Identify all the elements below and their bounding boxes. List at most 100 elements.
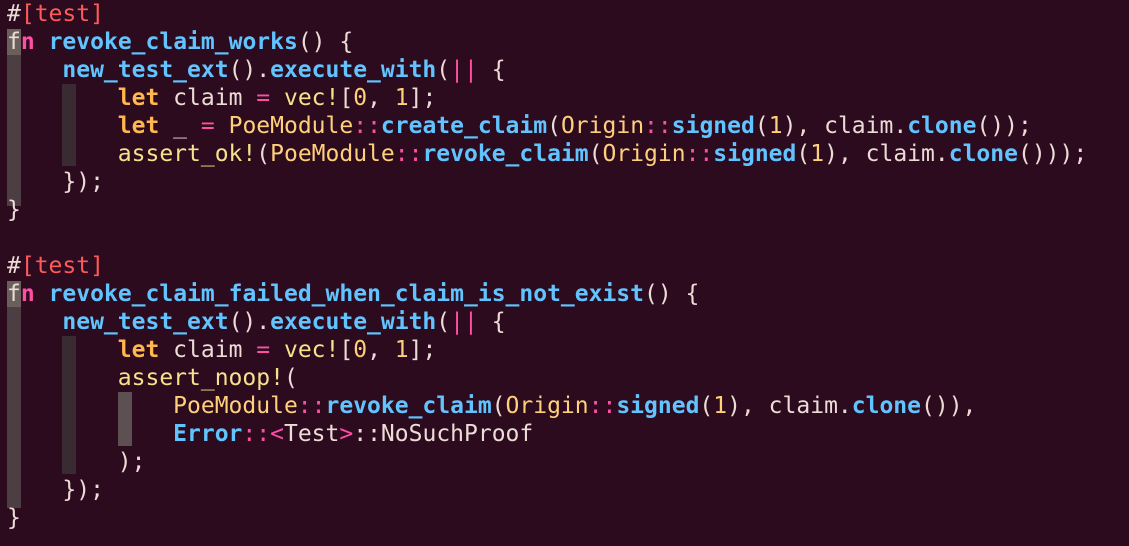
- code-token: clone: [851, 393, 922, 419]
- code-token: (: [588, 141, 603, 167]
- code-token: >: [339, 421, 354, 447]
- code-token: (: [283, 365, 298, 391]
- code-token: ().: [228, 57, 271, 83]
- code-token: () {: [297, 29, 354, 55]
- code-token: Origin: [505, 393, 589, 419]
- code-token: {: [477, 309, 506, 335]
- code-token: assert_ok!: [117, 141, 257, 167]
- code-line[interactable]: let _ = PoeModule::create_claim(Origin::…: [7, 112, 1032, 140]
- code-token: [test]: [20, 1, 104, 27]
- code-token: ::: [242, 421, 271, 447]
- code-token: n: [20, 281, 35, 307]
- code-line[interactable]: let claim = vec![0, 1];: [7, 84, 437, 112]
- code-token: let: [117, 337, 160, 363]
- code-line[interactable]: PoeModule::revoke_claim(Origin::signed(1…: [7, 392, 976, 420]
- code-token: claim: [159, 337, 257, 363]
- code-token: {: [477, 57, 506, 83]
- code-token: new_test_ext: [62, 309, 229, 335]
- code-line[interactable]: }: [7, 504, 21, 532]
- code-token: 1: [768, 113, 783, 139]
- code-line[interactable]: let claim = vec![0, 1];: [7, 336, 437, 364]
- code-line[interactable]: }: [7, 196, 21, 224]
- code-token: ::: [353, 113, 381, 139]
- code-token: Origin: [560, 113, 645, 139]
- code-token: }: [7, 197, 21, 223]
- code-editor[interactable]: #[test] fn revoke_claim_works() { new_tes…: [0, 0, 1129, 546]
- code-line[interactable]: });: [7, 476, 104, 504]
- code-token: (: [256, 141, 271, 167]
- code-token: ), claim.: [782, 113, 908, 139]
- code-token: );: [117, 449, 146, 475]
- code-line[interactable]: #[test]: [7, 0, 104, 28]
- code-token: =: [256, 85, 271, 111]
- code-token: signed: [671, 113, 755, 139]
- code-token: 1: [394, 337, 409, 363]
- code-token: f: [7, 29, 21, 55]
- code-token: clone: [907, 113, 977, 139]
- code-token: ::: [394, 141, 423, 167]
- code-token: ::: [644, 113, 672, 139]
- code-token: (: [796, 141, 811, 167]
- code-token: (: [436, 309, 451, 335]
- code-line[interactable]: #[test]: [7, 252, 104, 280]
- code-line[interactable]: new_test_ext().execute_with(|| {: [7, 308, 506, 336]
- code-token: clone: [948, 141, 1018, 167]
- code-token: vec!: [270, 337, 340, 363]
- code-line[interactable]: assert_noop!(: [7, 364, 298, 392]
- code-token: 0: [353, 337, 368, 363]
- code-token: ::: [685, 141, 714, 167]
- code-token: ||: [450, 57, 478, 83]
- code-token: (: [547, 113, 561, 139]
- code-token: ,: [367, 337, 395, 363]
- code-line[interactable]: assert_ok!(PoeModule::revoke_claim(Origi…: [7, 140, 1087, 168]
- code-token: f: [7, 281, 21, 307]
- code-token: PoeModule: [173, 393, 298, 419]
- code-token: [test]: [20, 253, 104, 279]
- code-line[interactable]: fn revoke_claim_failed_when_claim_is_not…: [7, 280, 699, 308]
- code-token: 1: [713, 393, 728, 419]
- code-token: [: [339, 85, 354, 111]
- code-line[interactable]: );: [7, 448, 146, 476]
- code-token: let: [117, 85, 160, 111]
- code-token: ().: [228, 309, 271, 335]
- code-line[interactable]: fn revoke_claim_works() {: [7, 28, 353, 56]
- code-token: });: [62, 477, 104, 503]
- code-token: ), claim.: [824, 141, 949, 167]
- code-token: signed: [616, 393, 700, 419]
- code-token: [: [339, 337, 354, 363]
- code-token: revoke_claim: [325, 393, 492, 419]
- code-token: PoeModule: [228, 113, 354, 139]
- code-token: (: [699, 393, 714, 419]
- code-token: assert_noop!: [117, 365, 284, 391]
- code-token: vec!: [270, 85, 340, 111]
- code-token: PoeModule: [270, 141, 395, 167]
- code-token: Test: [283, 421, 340, 447]
- code-token: =: [200, 113, 215, 139]
- code-token: Origin: [602, 141, 686, 167]
- code-token: claim: [159, 85, 257, 111]
- code-token: =: [256, 337, 271, 363]
- code-line[interactable]: });: [7, 168, 104, 196]
- code-token: (: [436, 57, 451, 83]
- code-token: (: [754, 113, 769, 139]
- code-line[interactable]: new_test_ext().execute_with(|| {: [7, 56, 506, 84]
- code-token: 1: [810, 141, 825, 167]
- code-token: ];: [408, 85, 437, 111]
- code-token: Error: [173, 421, 243, 447]
- code-token: ];: [408, 337, 437, 363]
- code-token: n: [20, 29, 35, 55]
- code-token: execute_with: [270, 57, 437, 83]
- code-token: #: [7, 253, 21, 279]
- code-line[interactable]: Error::<Test>::NoSuchProof: [7, 420, 533, 448]
